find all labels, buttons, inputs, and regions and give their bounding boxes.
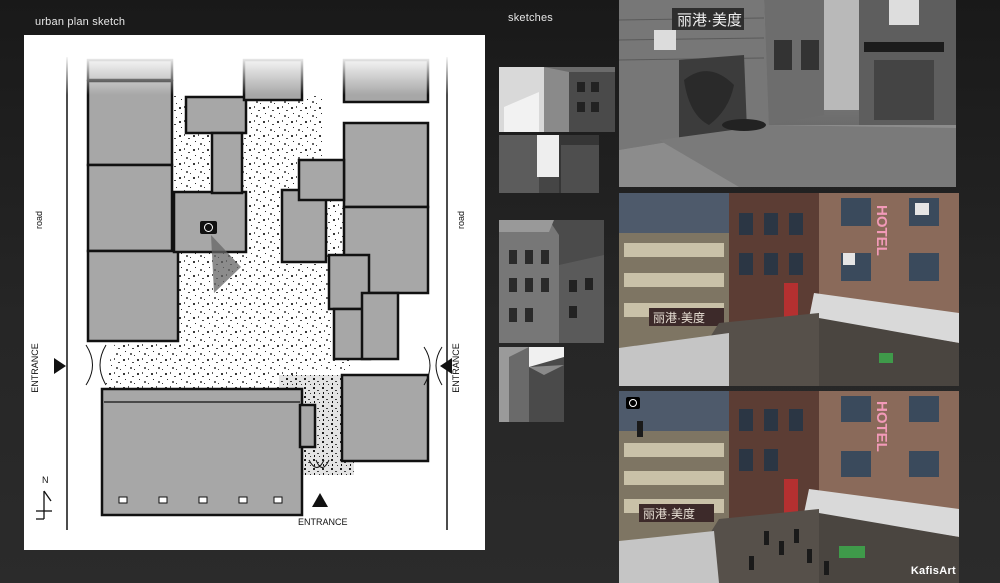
render-hotel-street-people[interactable]: 丽港·美度 HOTEL — [619, 391, 959, 583]
entrance-label-left: ENTRANCE — [29, 343, 40, 393]
sketch-thumb-2[interactable] — [499, 135, 599, 193]
camera-icon — [200, 221, 217, 234]
plan-title: urban plan sketch — [35, 16, 126, 28]
shop-sign-text: 丽港·美度 — [677, 12, 742, 29]
svg-text:丽港·美度: 丽港·美度 — [653, 310, 705, 325]
road-label-right: road — [456, 210, 467, 230]
entrance-arrow-left — [54, 358, 66, 374]
entrance-label-right: ENTRANCE — [450, 343, 461, 393]
entrance-label-bottom: ENTRANCE — [298, 517, 348, 527]
camera-icon — [626, 397, 640, 409]
north-label: N — [42, 475, 49, 485]
sketch-thumb-4[interactable] — [499, 347, 564, 422]
render-alley-grayscale[interactable]: 丽港·美度 — [619, 0, 956, 187]
north-arrow — [36, 490, 52, 520]
road-label-left: road — [34, 210, 45, 230]
hotel-sign-text: HOTEL — [873, 205, 890, 256]
sketch-thumb-1[interactable] — [499, 67, 615, 132]
sketches-title: sketches — [508, 12, 554, 24]
sketch-thumb-3[interactable] — [499, 220, 604, 343]
svg-text:丽港·美度: 丽港·美度 — [643, 506, 695, 521]
site-plan-map — [24, 55, 485, 530]
entrance-arrow-bottom — [312, 493, 328, 507]
watermark: KafisArt — [910, 565, 956, 577]
render-hotel-street[interactable]: 丽港·美度 HOTEL — [619, 193, 959, 386]
svg-text:HOTEL: HOTEL — [873, 401, 890, 452]
urban-plan-sheet: road road ENTRANCE ENTRANCE ENTRANCE N — [24, 35, 485, 550]
